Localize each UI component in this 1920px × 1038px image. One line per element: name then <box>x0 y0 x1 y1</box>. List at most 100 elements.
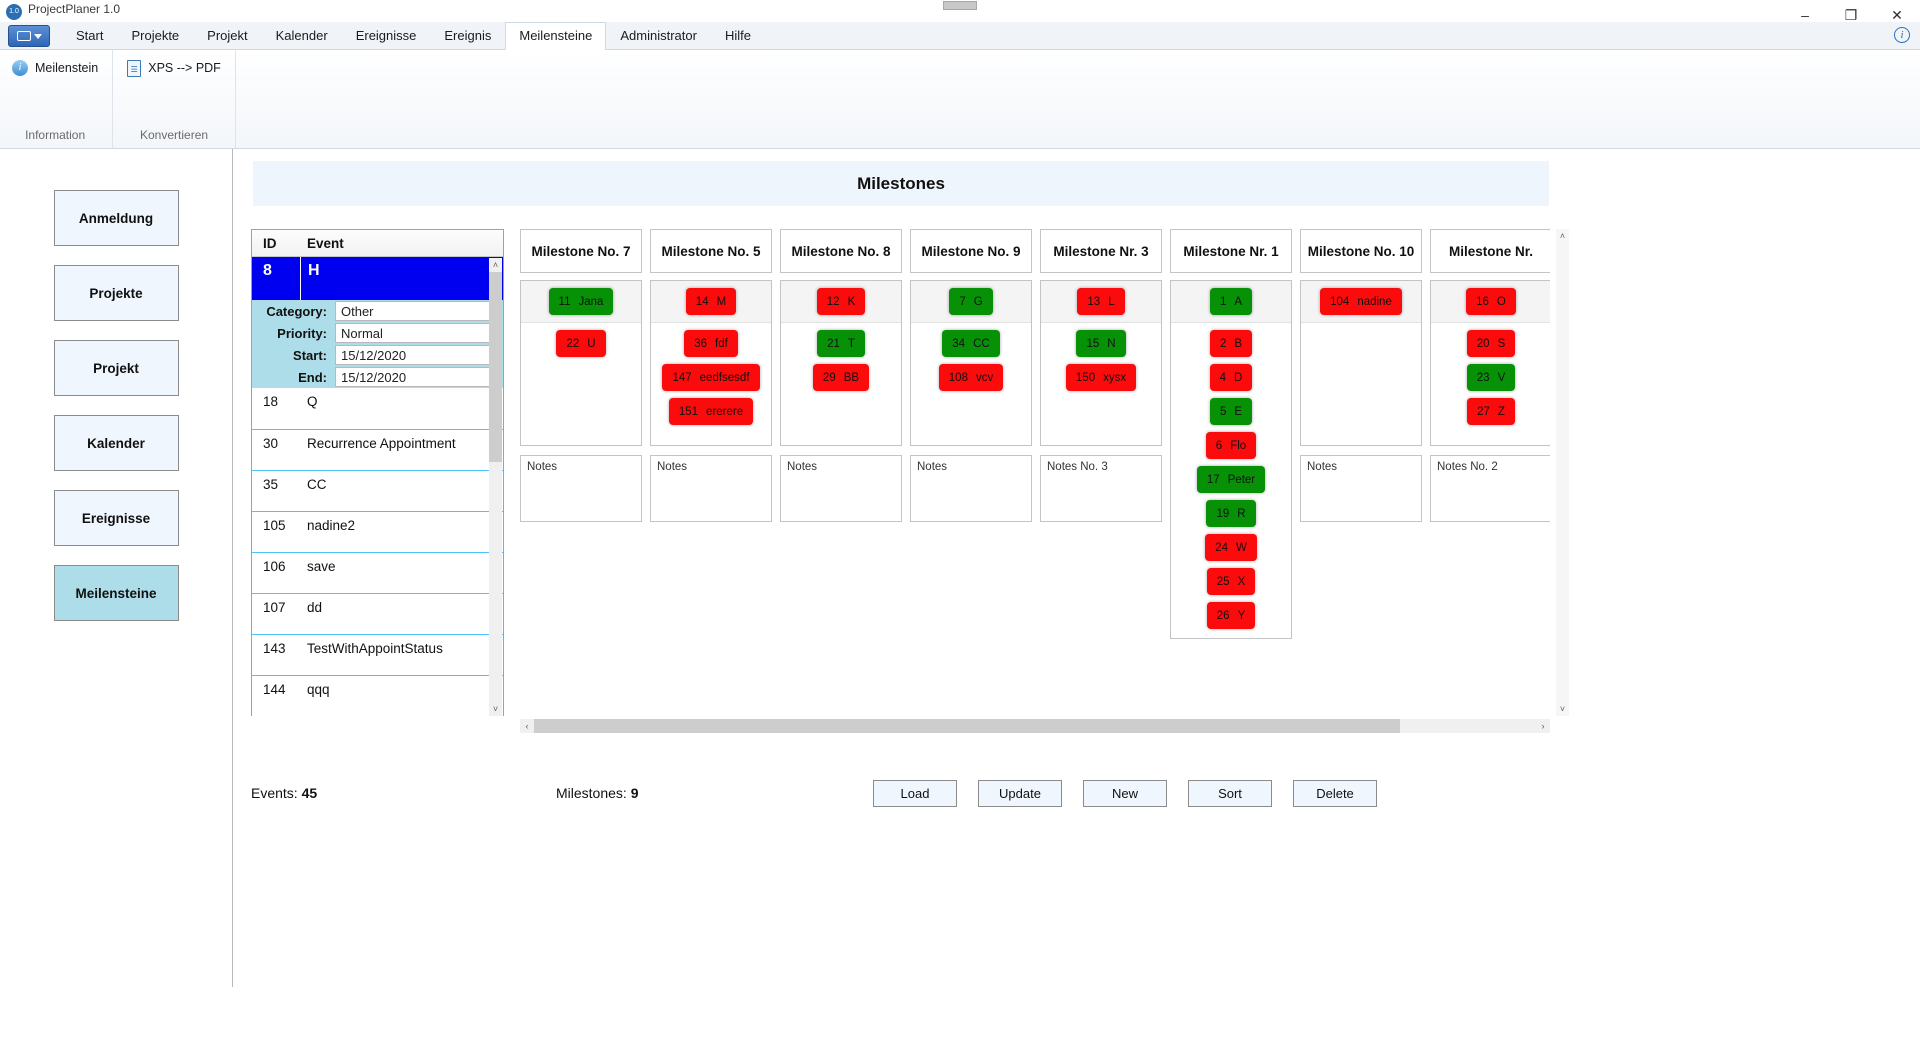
notes-field[interactable]: Notes <box>520 455 642 522</box>
sidebar-item-kalender[interactable]: Kalender <box>53 415 179 471</box>
event-chip[interactable]: 24 W <box>1205 534 1257 561</box>
tab-projekte[interactable]: Projekte <box>117 22 193 50</box>
window-drag-handle[interactable] <box>943 1 977 10</box>
tab-ereignis[interactable]: Ereignis <box>430 22 505 50</box>
list-item[interactable]: 147 eedfsesdf <box>651 357 771 391</box>
list-item[interactable]: 5E <box>1171 391 1291 425</box>
table-row[interactable]: 105 nadine2 <box>252 511 503 552</box>
list-item[interactable]: 151 ererere <box>651 391 771 425</box>
sidebar-item-meilensteine[interactable]: Meilensteine <box>53 565 179 621</box>
list-item[interactable]: 19 R <box>1171 493 1291 527</box>
table-row[interactable]: 144 qqq <box>252 675 503 716</box>
list-item[interactable]: 16 O <box>1431 281 1550 323</box>
ribbon-button-meilenstein[interactable]: i Meilenstein <box>12 60 98 76</box>
tab-start[interactable]: Start <box>62 22 117 50</box>
end-date-field[interactable]: 15/12/2020 <box>335 367 502 387</box>
scroll-right-icon[interactable]: › <box>1536 721 1550 731</box>
tab-administrator[interactable]: Administrator <box>606 22 711 50</box>
list-item[interactable]: 34 CC <box>911 323 1031 357</box>
list-item[interactable]: 26 Y <box>1171 595 1291 629</box>
sidebar-item-projekt[interactable]: Projekt <box>53 340 179 396</box>
scroll-up-icon[interactable]: ˄ <box>1556 229 1569 243</box>
list-item[interactable]: 14 M <box>651 281 771 323</box>
new-button[interactable]: New <box>1083 780 1167 807</box>
notes-field[interactable]: Notes <box>1300 455 1422 522</box>
event-chip[interactable]: 16 O <box>1466 288 1516 315</box>
notes-field[interactable]: Notes <box>780 455 902 522</box>
list-item[interactable]: 1A <box>1171 281 1291 323</box>
notes-field[interactable]: Notes <box>650 455 772 522</box>
table-row[interactable]: 18 Q <box>252 388 503 429</box>
list-item[interactable]: 17 Peter <box>1171 459 1291 493</box>
notes-field[interactable]: Notes <box>910 455 1032 522</box>
event-chip[interactable]: 26 Y <box>1206 602 1256 629</box>
list-item[interactable]: 21 T <box>781 323 901 357</box>
scroll-left-icon[interactable]: ‹ <box>520 721 534 731</box>
list-item[interactable]: 20 S <box>1431 323 1550 357</box>
sidebar-item-projekte[interactable]: Projekte <box>53 265 179 321</box>
list-item[interactable]: 108 vcv <box>911 357 1031 391</box>
event-chip[interactable]: 25 X <box>1206 568 1256 595</box>
tab-meilensteine[interactable]: Meilensteine <box>505 22 607 50</box>
notes-field[interactable]: Notes No. 2 <box>1430 455 1550 522</box>
sidebar-item-ereignisse[interactable]: Ereignisse <box>53 490 179 546</box>
priority-field[interactable]: Normal <box>335 323 502 343</box>
event-chip[interactable]: 151 ererere <box>668 398 754 425</box>
list-item[interactable]: 13 L <box>1041 281 1161 323</box>
event-chip[interactable]: 1A <box>1209 288 1253 315</box>
board-horizontal-scrollbar[interactable]: ‹ › <box>520 719 1550 733</box>
category-field[interactable]: Other <box>335 301 502 321</box>
event-chip[interactable]: 150 xysx <box>1065 364 1137 391</box>
list-item[interactable]: 36 fdf <box>651 323 771 357</box>
event-chip[interactable]: 15 N <box>1076 330 1126 357</box>
ribbon-button-xps-to-pdf[interactable]: ☰ XPS --> PDF <box>127 60 221 77</box>
list-item[interactable]: 11 Jana <box>521 281 641 323</box>
load-button[interactable]: Load <box>873 780 957 807</box>
list-item[interactable]: 4D <box>1171 357 1291 391</box>
list-item[interactable]: 7G <box>911 281 1031 323</box>
list-item[interactable]: 24 W <box>1171 527 1291 561</box>
event-chip[interactable]: 6 Flo <box>1205 432 1257 459</box>
table-row[interactable]: 107 dd <box>252 593 503 634</box>
tab-hilfe[interactable]: Hilfe <box>711 22 765 50</box>
event-chip[interactable]: 2B <box>1209 330 1253 357</box>
milestone-title[interactable]: Milestone No. 8 <box>780 229 902 273</box>
event-chip[interactable]: 12 K <box>816 288 866 315</box>
events-list-scrollbar[interactable]: ˄ ˅ <box>489 258 502 716</box>
milestone-title[interactable]: Milestone Nr. <box>1430 229 1550 273</box>
sidebar-item-anmeldung[interactable]: Anmeldung <box>53 190 179 246</box>
list-item[interactable]: 150 xysx <box>1041 357 1161 391</box>
list-item[interactable]: 29 BB <box>781 357 901 391</box>
event-chip[interactable]: 11 Jana <box>548 288 614 315</box>
scroll-up-icon[interactable]: ˄ <box>489 258 502 272</box>
info-icon[interactable]: i <box>1894 27 1910 43</box>
list-item[interactable]: 22 U <box>521 323 641 357</box>
list-item[interactable]: 104 nadine <box>1301 281 1421 323</box>
start-date-field[interactable]: 15/12/2020 <box>335 345 502 365</box>
event-chip[interactable]: 5E <box>1209 398 1253 425</box>
notes-field[interactable]: Notes No. 3 <box>1040 455 1162 522</box>
table-row[interactable]: 30 Recurrence Appointment <box>252 429 503 470</box>
list-item[interactable]: 25 X <box>1171 561 1291 595</box>
table-row-selected[interactable]: 8 H <box>252 257 503 300</box>
scroll-down-icon[interactable]: ˅ <box>1556 702 1569 716</box>
event-chip[interactable]: 7G <box>949 288 993 315</box>
event-chip[interactable]: 108 vcv <box>938 364 1004 391</box>
milestone-title[interactable]: Milestone No. 9 <box>910 229 1032 273</box>
event-chip[interactable]: 20 S <box>1466 330 1516 357</box>
scrollbar-track[interactable] <box>534 719 1536 733</box>
scrollbar-thumb[interactable] <box>489 272 502 462</box>
list-item[interactable]: 27 Z <box>1431 391 1550 425</box>
event-chip[interactable]: 14 M <box>685 288 737 315</box>
event-chip[interactable]: 17 Peter <box>1196 466 1266 493</box>
scrollbar-thumb[interactable] <box>534 719 1400 733</box>
event-chip[interactable]: 36 fdf <box>684 330 738 357</box>
event-chip[interactable]: 29 BB <box>812 364 870 391</box>
tab-projekt[interactable]: Projekt <box>193 22 261 50</box>
event-chip[interactable]: 19 R <box>1206 500 1256 527</box>
delete-button[interactable]: Delete <box>1293 780 1377 807</box>
event-chip[interactable]: 27 Z <box>1467 398 1515 425</box>
list-item[interactable]: 2B <box>1171 323 1291 357</box>
event-chip[interactable]: 22 U <box>556 330 606 357</box>
tab-ereignisse[interactable]: Ereignisse <box>342 22 431 50</box>
